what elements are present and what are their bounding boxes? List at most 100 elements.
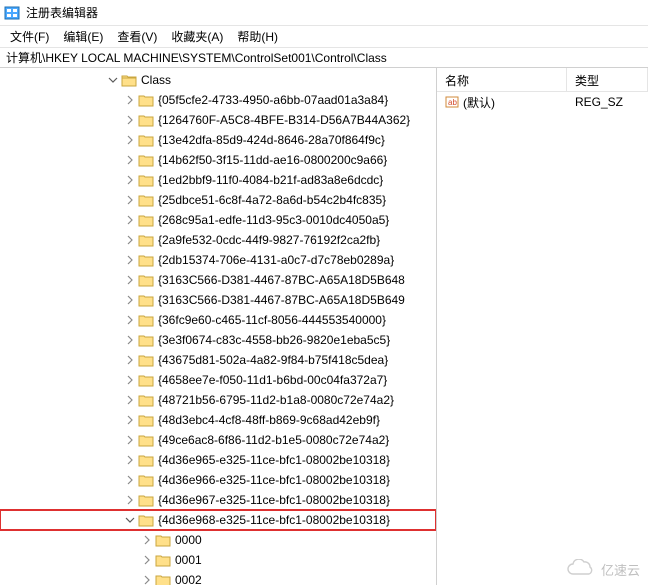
chevron-right-icon[interactable] <box>124 334 136 346</box>
tree-node-label: {2db15374-706e-4131-a0c7-d7c78eb0289a} <box>158 253 394 267</box>
tree-node[interactable]: {25dbce51-6c8f-4a72-8a6d-b54c2b4fc835} <box>0 190 436 210</box>
value-row[interactable]: ab (默认) REG_SZ <box>437 92 648 112</box>
chevron-right-icon[interactable] <box>124 414 136 426</box>
chevron-right-icon[interactable] <box>124 174 136 186</box>
folder-icon <box>138 293 154 307</box>
chevron-right-icon[interactable] <box>124 194 136 206</box>
tree-node[interactable]: 0002 <box>0 570 436 585</box>
chevron-right-icon[interactable] <box>124 154 136 166</box>
chevron-down-icon[interactable] <box>124 514 136 526</box>
folder-icon <box>138 353 154 367</box>
tree-node[interactable]: {43675d81-502a-4a82-9f84-b75f418c5dea} <box>0 350 436 370</box>
folder-icon <box>138 133 154 147</box>
tree-node[interactable]: {4d36e968-e325-11ce-bfc1-08002be10318} <box>0 510 436 530</box>
folder-icon <box>155 573 171 585</box>
tree-node-label: {3163C566-D381-4467-87BC-A65A18D5B649 <box>158 293 405 307</box>
tree-node-label: 0002 <box>175 573 202 585</box>
menu-help[interactable]: 帮助(H) <box>231 26 284 47</box>
folder-icon <box>155 553 171 567</box>
chevron-right-icon[interactable] <box>124 494 136 506</box>
chevron-right-icon[interactable] <box>124 134 136 146</box>
folder-icon <box>138 193 154 207</box>
menu-edit[interactable]: 编辑(E) <box>57 26 109 47</box>
tree-node[interactable]: {3e3f0674-c83c-4558-bb26-9820e1eba5c5} <box>0 330 436 350</box>
folder-icon <box>138 473 154 487</box>
menu-file[interactable]: 文件(F) <box>4 26 55 47</box>
chevron-right-icon[interactable] <box>124 294 136 306</box>
address-bar[interactable]: 计算机\HKEY LOCAL MACHINE\SYSTEM\ControlSet… <box>0 48 648 68</box>
folder-open-icon <box>121 73 137 87</box>
folder-icon <box>138 273 154 287</box>
chevron-right-icon[interactable] <box>124 274 136 286</box>
chevron-right-icon[interactable] <box>124 394 136 406</box>
tree-node[interactable]: {13e42dfa-85d9-424d-8646-28a70f864f9c} <box>0 130 436 150</box>
tree-node[interactable]: {268c95a1-edfe-11d3-95c3-0010dc4050a5} <box>0 210 436 230</box>
titlebar: 注册表编辑器 <box>0 0 648 26</box>
chevron-down-icon[interactable] <box>107 74 119 86</box>
chevron-right-icon[interactable] <box>124 354 136 366</box>
tree-node-label: {48d3ebc4-4cf8-48ff-b869-9c68ad42eb9f} <box>158 413 380 427</box>
folder-icon <box>138 93 154 107</box>
tree-node-label: {14b62f50-3f15-11dd-ae16-0800200c9a66} <box>158 153 387 167</box>
chevron-right-icon[interactable] <box>124 474 136 486</box>
chevron-right-icon[interactable] <box>141 554 153 566</box>
chevron-right-icon[interactable] <box>124 254 136 266</box>
tree-node[interactable]: {3163C566-D381-4467-87BC-A65A18D5B648 <box>0 270 436 290</box>
window-title: 注册表编辑器 <box>26 4 98 21</box>
folder-icon <box>138 253 154 267</box>
menu-favorites[interactable]: 收藏夹(A) <box>165 26 229 47</box>
tree-node-label: {3e3f0674-c83c-4558-bb26-9820e1eba5c5} <box>158 333 390 347</box>
tree-node[interactable]: {05f5cfe2-4733-4950-a6bb-07aad01a3a84} <box>0 90 436 110</box>
tree-node[interactable]: {4d36e966-e325-11ce-bfc1-08002be10318} <box>0 470 436 490</box>
tree-node[interactable]: {14b62f50-3f15-11dd-ae16-0800200c9a66} <box>0 150 436 170</box>
tree-node-label: {1264760F-A5C8-4BFE-B314-D56A7B44A362} <box>158 113 410 127</box>
chevron-right-icon[interactable] <box>141 574 153 585</box>
tree-node[interactable]: {2db15374-706e-4131-a0c7-d7c78eb0289a} <box>0 250 436 270</box>
tree-pane[interactable]: Class {05f5cfe2-4733-4950-a6bb-07aad01a3… <box>0 68 437 585</box>
cloud-icon <box>565 559 597 579</box>
chevron-right-icon[interactable] <box>124 314 136 326</box>
tree-node-label: Class <box>141 73 171 87</box>
values-header: 名称 类型 <box>437 68 648 92</box>
tree-node-label: {4658ee7e-f050-11d1-b6bd-00c04fa372a7} <box>158 373 387 387</box>
chevron-right-icon[interactable] <box>124 434 136 446</box>
chevron-right-icon[interactable] <box>124 214 136 226</box>
tree-node[interactable]: 0001 <box>0 550 436 570</box>
folder-icon <box>138 233 154 247</box>
folder-icon <box>138 113 154 127</box>
tree-node[interactable]: {1264760F-A5C8-4BFE-B314-D56A7B44A362} <box>0 110 436 130</box>
chevron-right-icon[interactable] <box>141 534 153 546</box>
chevron-right-icon[interactable] <box>124 374 136 386</box>
tree-node-label: {4d36e967-e325-11ce-bfc1-08002be10318} <box>158 493 390 507</box>
folder-icon <box>138 373 154 387</box>
tree-node[interactable]: {49ce6ac8-6f86-11d2-b1e5-0080c72e74a2} <box>0 430 436 450</box>
tree-node[interactable]: 0000 <box>0 530 436 550</box>
tree-node-label: {49ce6ac8-6f86-11d2-b1e5-0080c72e74a2} <box>158 433 389 447</box>
tree-node[interactable]: {2a9fe532-0cdc-44f9-9827-76192f2ca2fb} <box>0 230 436 250</box>
chevron-right-icon[interactable] <box>124 454 136 466</box>
chevron-right-icon[interactable] <box>124 114 136 126</box>
chevron-right-icon[interactable] <box>124 234 136 246</box>
tree-node[interactable]: {3163C566-D381-4467-87BC-A65A18D5B649 <box>0 290 436 310</box>
tree-node-label: {48721b56-6795-11d2-b1a8-0080c72e74a2} <box>158 393 394 407</box>
tree-node[interactable]: {1ed2bbf9-11f0-4084-b21f-ad83a8e6dcdc} <box>0 170 436 190</box>
tree-node[interactable]: {36fc9e60-c465-11cf-8056-444553540000} <box>0 310 436 330</box>
tree-node[interactable]: {48d3ebc4-4cf8-48ff-b869-9c68ad42eb9f} <box>0 410 436 430</box>
folder-icon <box>138 433 154 447</box>
menu-view[interactable]: 查看(V) <box>111 26 163 47</box>
values-pane[interactable]: 名称 类型 ab (默认) REG_SZ <box>437 68 648 585</box>
column-header-name[interactable]: 名称 <box>437 68 567 91</box>
tree-node-class[interactable]: Class <box>0 70 436 90</box>
value-type: REG_SZ <box>567 93 648 111</box>
tree-node[interactable]: {48721b56-6795-11d2-b1a8-0080c72e74a2} <box>0 390 436 410</box>
tree-node[interactable]: {4d36e967-e325-11ce-bfc1-08002be10318} <box>0 490 436 510</box>
folder-icon <box>138 333 154 347</box>
column-header-type[interactable]: 类型 <box>567 68 648 91</box>
tree-node[interactable]: {4d36e965-e325-11ce-bfc1-08002be10318} <box>0 450 436 470</box>
tree-node-label: {25dbce51-6c8f-4a72-8a6d-b54c2b4fc835} <box>158 193 386 207</box>
chevron-right-icon[interactable] <box>124 94 136 106</box>
tree-node-label: {43675d81-502a-4a82-9f84-b75f418c5dea} <box>158 353 388 367</box>
tree-node-label: {4d36e965-e325-11ce-bfc1-08002be10318} <box>158 453 390 467</box>
folder-icon <box>155 533 171 547</box>
tree-node[interactable]: {4658ee7e-f050-11d1-b6bd-00c04fa372a7} <box>0 370 436 390</box>
